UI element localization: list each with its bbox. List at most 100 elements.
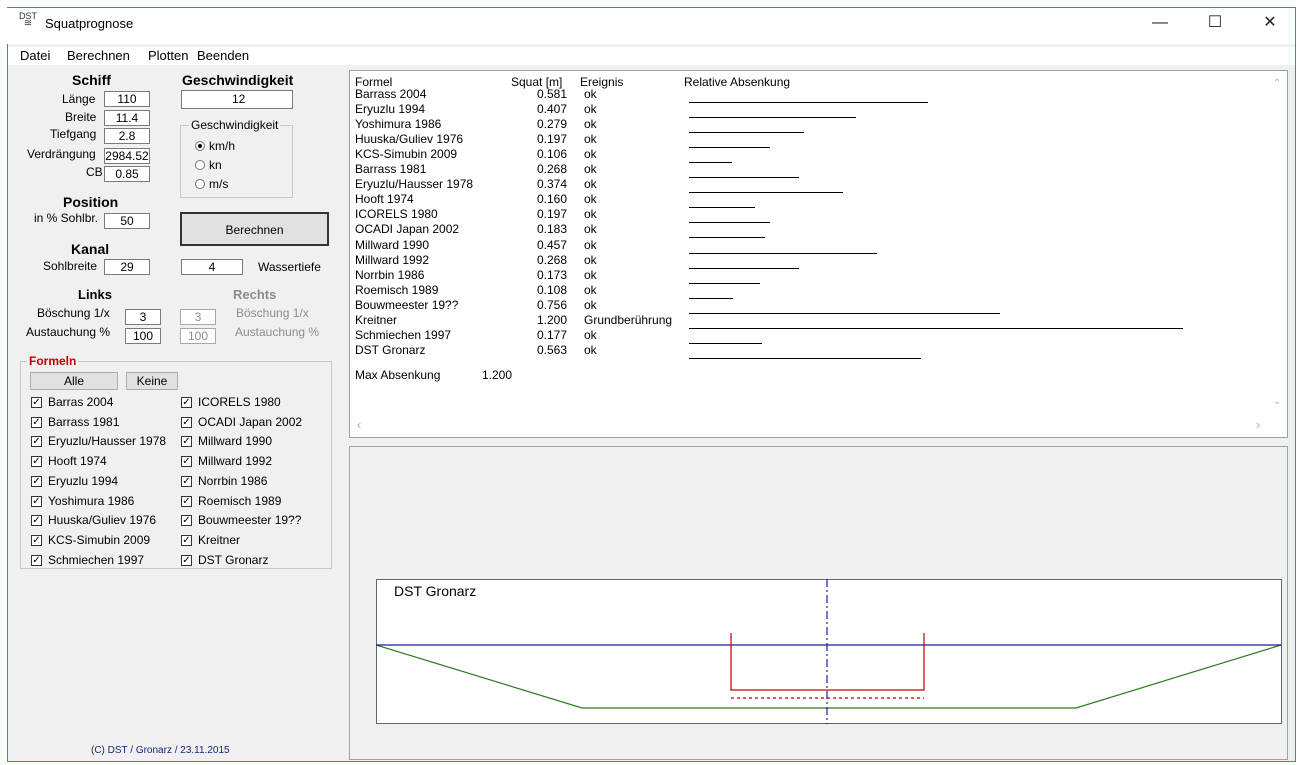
relative-absenkung-bar	[689, 253, 877, 254]
scroll-right-icon[interactable]: ›	[1256, 417, 1260, 432]
result-formel: Millward 1990	[355, 238, 430, 252]
cb-field[interactable]: 0.85	[104, 166, 150, 182]
formel-checkbox[interactable]: ✓	[31, 397, 42, 408]
rechts-austauchung-label: Austauchung %	[235, 325, 320, 339]
result-ereignis: ok	[584, 87, 597, 101]
formel-checkbox[interactable]: ✓	[181, 515, 192, 526]
kanal-header: Kanal	[71, 241, 110, 257]
rechts-header: Rechts	[233, 287, 277, 302]
scroll-down-icon[interactable]: ⌄	[1273, 396, 1281, 407]
radio-kmh[interactable]	[195, 141, 205, 151]
formel-checkbox[interactable]: ✓	[31, 555, 42, 566]
formel-checkbox[interactable]: ✓	[181, 476, 192, 487]
scroll-up-icon[interactable]: ⌃	[1273, 78, 1281, 89]
result-formel: Roemisch 1989	[355, 283, 439, 297]
wassertiefe-field[interactable]: 4	[181, 259, 243, 275]
links-austauchung-label: Austauchung %	[26, 325, 111, 339]
result-squat: 0.197	[536, 207, 567, 221]
formel-checkbox-label: Eryuzlu 1994	[48, 474, 119, 488]
formel-checkbox[interactable]: ✓	[31, 515, 42, 526]
formel-checkbox[interactable]: ✓	[181, 456, 192, 467]
position-field[interactable]: 50	[104, 213, 150, 229]
geschwindigkeit-field[interactable]: 12	[181, 90, 293, 109]
result-ereignis: ok	[584, 132, 597, 146]
formel-checkbox[interactable]: ✓	[181, 417, 192, 428]
unit-kn-label: kn	[209, 158, 222, 172]
keine-button[interactable]: Keine	[126, 372, 178, 390]
max-absenkung-value: 1.200	[482, 368, 513, 382]
result-ereignis: ok	[584, 177, 597, 191]
formel-checkbox[interactable]: ✓	[181, 555, 192, 566]
scroll-left-icon[interactable]: ‹	[357, 417, 361, 432]
links-boeschung-field[interactable]: 3	[125, 309, 161, 325]
formel-checkbox-label: OCADI Japan 2002	[198, 415, 303, 429]
result-squat: 0.177	[536, 328, 567, 342]
formel-checkbox[interactable]: ✓	[31, 496, 42, 507]
unit-ms-label: m/s	[209, 177, 229, 191]
menu-plotten[interactable]: Plotten	[148, 48, 188, 63]
relative-absenkung-bar	[689, 162, 732, 163]
sohlbreite-field[interactable]: 29	[104, 259, 150, 275]
result-formel: Schmiechen 1997	[355, 328, 452, 342]
menu-beenden[interactable]: Beenden	[197, 48, 249, 63]
menu-berechnen[interactable]: Berechnen	[67, 48, 130, 63]
result-squat: 0.268	[536, 162, 567, 176]
wassertiefe-label: Wassertiefe	[258, 260, 321, 274]
rechts-boeschung-field: 3	[180, 309, 216, 325]
minimize-icon[interactable]: —	[1137, 8, 1183, 38]
copyright-text: (C) DST / Gronarz / 23.11.2015	[91, 745, 230, 756]
breite-field[interactable]: 11.4	[104, 110, 150, 126]
vertical-scrollbar[interactable]: ⌃ ⌄	[1271, 74, 1285, 414]
maximize-icon[interactable]: ☐	[1192, 8, 1238, 38]
formel-checkbox[interactable]: ✓	[31, 417, 42, 428]
links-austauchung-field[interactable]: 100	[125, 328, 161, 344]
close-icon[interactable]: ✕	[1247, 8, 1293, 38]
result-squat: 0.268	[536, 253, 567, 267]
sohlbreite-label: Sohlbreite	[43, 259, 98, 273]
formel-checkbox[interactable]: ✓	[31, 476, 42, 487]
radio-ms[interactable]	[195, 179, 205, 189]
result-squat: 0.581	[536, 87, 567, 101]
formel-checkbox[interactable]: ✓	[31, 456, 42, 467]
result-squat: 0.279	[536, 117, 567, 131]
unit-group-title: Geschwindigkeit	[189, 118, 281, 132]
result-ereignis: ok	[584, 102, 597, 116]
result-ereignis: ok	[584, 207, 597, 221]
results-list	[349, 70, 1288, 438]
tiefgang-field[interactable]: 2.8	[104, 128, 150, 144]
formel-checkbox[interactable]: ✓	[181, 397, 192, 408]
menu-datei[interactable]: Datei	[20, 48, 50, 63]
result-ereignis: ok	[584, 147, 597, 161]
result-formel: Barrass 2004	[355, 87, 427, 101]
result-squat: 0.563	[536, 343, 567, 357]
formel-checkbox-label: Barrass 1981	[48, 415, 120, 429]
formel-checkbox[interactable]: ✓	[181, 496, 192, 507]
laenge-label: Länge	[62, 92, 96, 106]
alle-button[interactable]: Alle	[30, 372, 118, 390]
formel-checkbox-label: Millward 1990	[198, 434, 273, 448]
result-ereignis: ok	[584, 328, 597, 342]
berechnen-button[interactable]: Berechnen	[180, 212, 329, 246]
formel-checkbox[interactable]: ✓	[181, 436, 192, 447]
result-ereignis: ok	[584, 192, 597, 206]
result-squat: 0.374	[536, 177, 567, 191]
result-ereignis: ok	[584, 343, 597, 357]
verdraengung-field[interactable]: 2984.52	[104, 148, 150, 164]
formel-checkbox-label: Barras 2004	[48, 395, 114, 409]
rechts-austauchung-field: 100	[180, 328, 216, 344]
formel-checkbox[interactable]: ✓	[31, 535, 42, 546]
links-boeschung-label: Böschung 1/x	[37, 306, 110, 320]
result-squat: 1.200	[536, 313, 567, 327]
formel-checkbox[interactable]: ✓	[181, 535, 192, 546]
result-ereignis: ok	[584, 162, 597, 176]
radio-kn[interactable]	[195, 160, 205, 170]
laenge-field[interactable]: 110	[104, 91, 150, 107]
result-formel: Eryuzlu/Hausser 1978	[355, 177, 474, 191]
unit-kmh-label: km/h	[209, 139, 236, 153]
formel-checkbox[interactable]: ✓	[31, 436, 42, 447]
result-squat: 0.407	[536, 102, 567, 116]
window-title: Squatprognose	[45, 16, 134, 31]
formel-checkbox-label: Yoshimura 1986	[48, 494, 135, 508]
horizontal-scrollbar[interactable]: ‹ ›	[351, 417, 1271, 433]
relative-absenkung-bar	[689, 298, 733, 299]
